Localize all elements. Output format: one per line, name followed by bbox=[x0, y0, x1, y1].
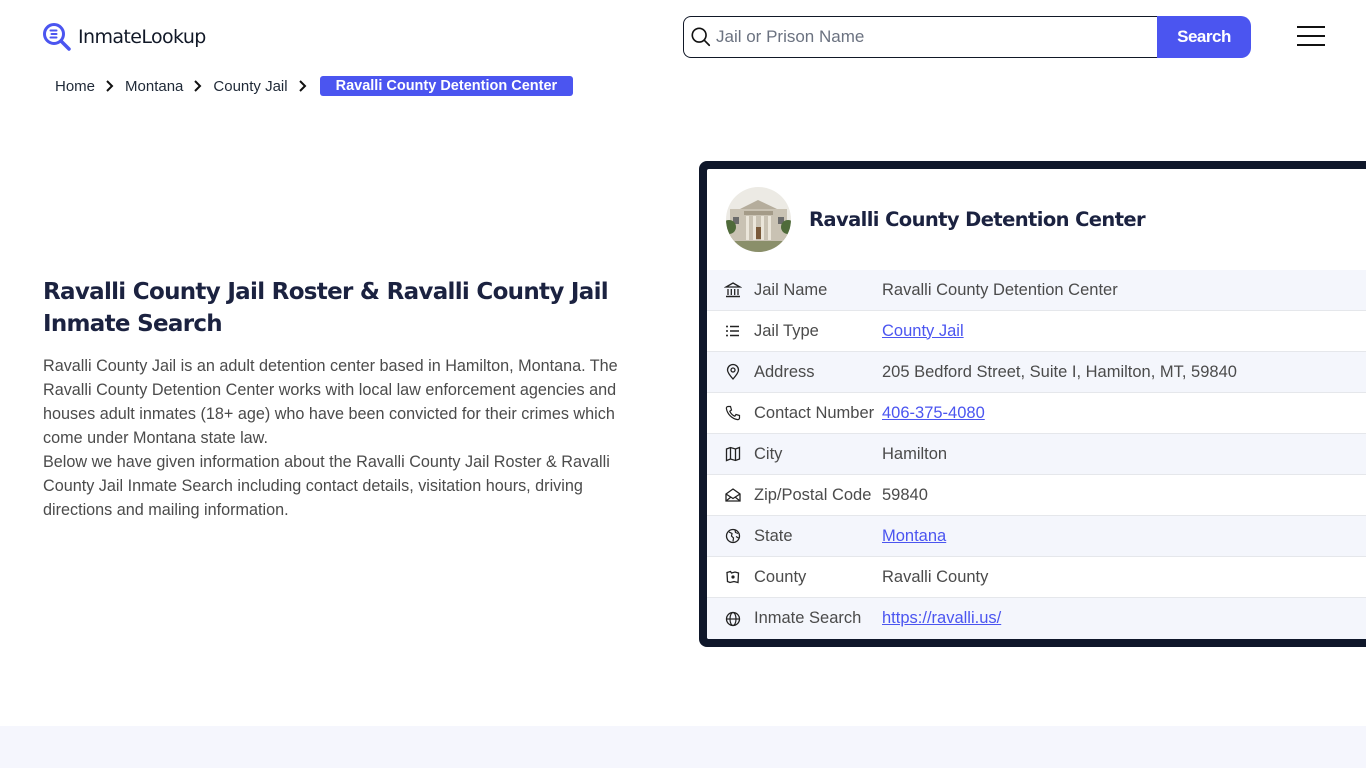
card-header: Ravalli County Detention Center bbox=[707, 169, 1366, 270]
jail-type-link[interactable]: County Jail bbox=[882, 322, 964, 341]
breadcrumb-home[interactable]: Home bbox=[55, 78, 95, 95]
search-box bbox=[683, 16, 1157, 58]
detail-value: 205 Bedford Street, Suite I, Hamilton, M… bbox=[882, 362, 1237, 381]
detail-row-jail-name: Jail Name Ravalli County Detention Cente… bbox=[707, 270, 1366, 311]
description-paragraph: Ravalli County Jail is an adult detentio… bbox=[43, 357, 618, 447]
map-pin-icon bbox=[726, 363, 740, 380]
globe-icon bbox=[725, 611, 741, 626]
description-paragraph: Below we have given information about th… bbox=[43, 453, 610, 519]
facility-name-heading: Ravalli County Detention Center bbox=[809, 208, 1146, 231]
detail-value: Hamilton bbox=[882, 444, 948, 463]
building-columns-icon bbox=[724, 282, 742, 298]
hamburger-menu-button[interactable] bbox=[1297, 26, 1325, 48]
county-map-icon bbox=[726, 570, 740, 584]
detail-row-state: State Montana bbox=[707, 516, 1366, 557]
detail-label: Jail Name bbox=[754, 280, 828, 299]
hamburger-icon-line bbox=[1297, 35, 1325, 37]
chevron-right-icon bbox=[298, 80, 307, 92]
detail-row-county: County Ravalli County bbox=[707, 557, 1366, 598]
logo-magnifier-icon bbox=[43, 23, 71, 51]
detail-row-inmate-search: Inmate Search https://ravalli.us/ bbox=[707, 598, 1366, 639]
detail-row-address: Address 205 Bedford Street, Suite I, Ham… bbox=[707, 352, 1366, 393]
facility-photo bbox=[726, 187, 791, 252]
map-icon bbox=[725, 446, 741, 462]
phone-icon bbox=[725, 405, 741, 421]
breadcrumb-county-jail[interactable]: County Jail bbox=[213, 78, 287, 95]
search-form: Search bbox=[683, 16, 1251, 58]
breadcrumb-montana[interactable]: Montana bbox=[125, 78, 183, 95]
detail-label: Inmate Search bbox=[754, 609, 862, 627]
detail-value: Ravalli County Detention Center bbox=[882, 280, 1118, 299]
chevron-right-icon bbox=[194, 80, 202, 92]
state-link[interactable]: Montana bbox=[882, 527, 946, 546]
globe-region-icon bbox=[725, 528, 741, 544]
breadcrumb-current: Ravalli County Detention Center bbox=[319, 76, 574, 96]
detail-label: Jail Type bbox=[754, 321, 819, 340]
page-description: Ravalli County Jail is an adult detentio… bbox=[43, 354, 643, 522]
logo-link[interactable]: InmateLookup bbox=[42, 22, 206, 52]
detail-label: County bbox=[754, 567, 807, 586]
envelope-open-icon bbox=[725, 488, 741, 502]
detail-label: Contact Number bbox=[754, 403, 875, 422]
detail-row-zip: Zip/Postal Code 59840 bbox=[707, 475, 1366, 516]
breadcrumb: Home Montana County Jail Ravalli County … bbox=[55, 76, 574, 96]
logo-text: InmateLookup bbox=[78, 26, 206, 48]
detail-row-jail-type: Jail Type County Jail bbox=[707, 311, 1366, 352]
chevron-right-icon bbox=[106, 80, 114, 92]
search-icon bbox=[691, 27, 711, 47]
detail-label: City bbox=[754, 444, 783, 463]
phone-link[interactable]: 406-375-4080 bbox=[882, 404, 985, 423]
detail-label: State bbox=[754, 526, 793, 545]
detail-row-city: City Hamilton bbox=[707, 434, 1366, 475]
facility-details-table: Jail Name Ravalli County Detention Cente… bbox=[707, 270, 1366, 639]
hamburger-icon-line bbox=[1297, 44, 1325, 46]
inmate-search-link[interactable]: https://ravalli.us/ bbox=[882, 609, 1001, 628]
facility-info-card: Ravalli County Detention Center Jail Nam… bbox=[699, 161, 1366, 647]
search-input[interactable] bbox=[716, 27, 1157, 47]
detail-label: Zip/Postal Code bbox=[754, 485, 872, 504]
search-button[interactable]: Search bbox=[1157, 16, 1251, 58]
detail-row-contact-number: Contact Number 406-375-4080 bbox=[707, 393, 1366, 434]
detail-value: 59840 bbox=[882, 485, 928, 504]
detail-label: Address bbox=[754, 362, 815, 381]
hamburger-icon-line bbox=[1297, 26, 1325, 28]
detail-value: Ravalli County bbox=[882, 567, 989, 586]
list-icon bbox=[726, 325, 739, 337]
footer-section bbox=[0, 726, 1366, 768]
page-title: Ravalli County Jail Roster & Ravalli Cou… bbox=[43, 279, 609, 337]
